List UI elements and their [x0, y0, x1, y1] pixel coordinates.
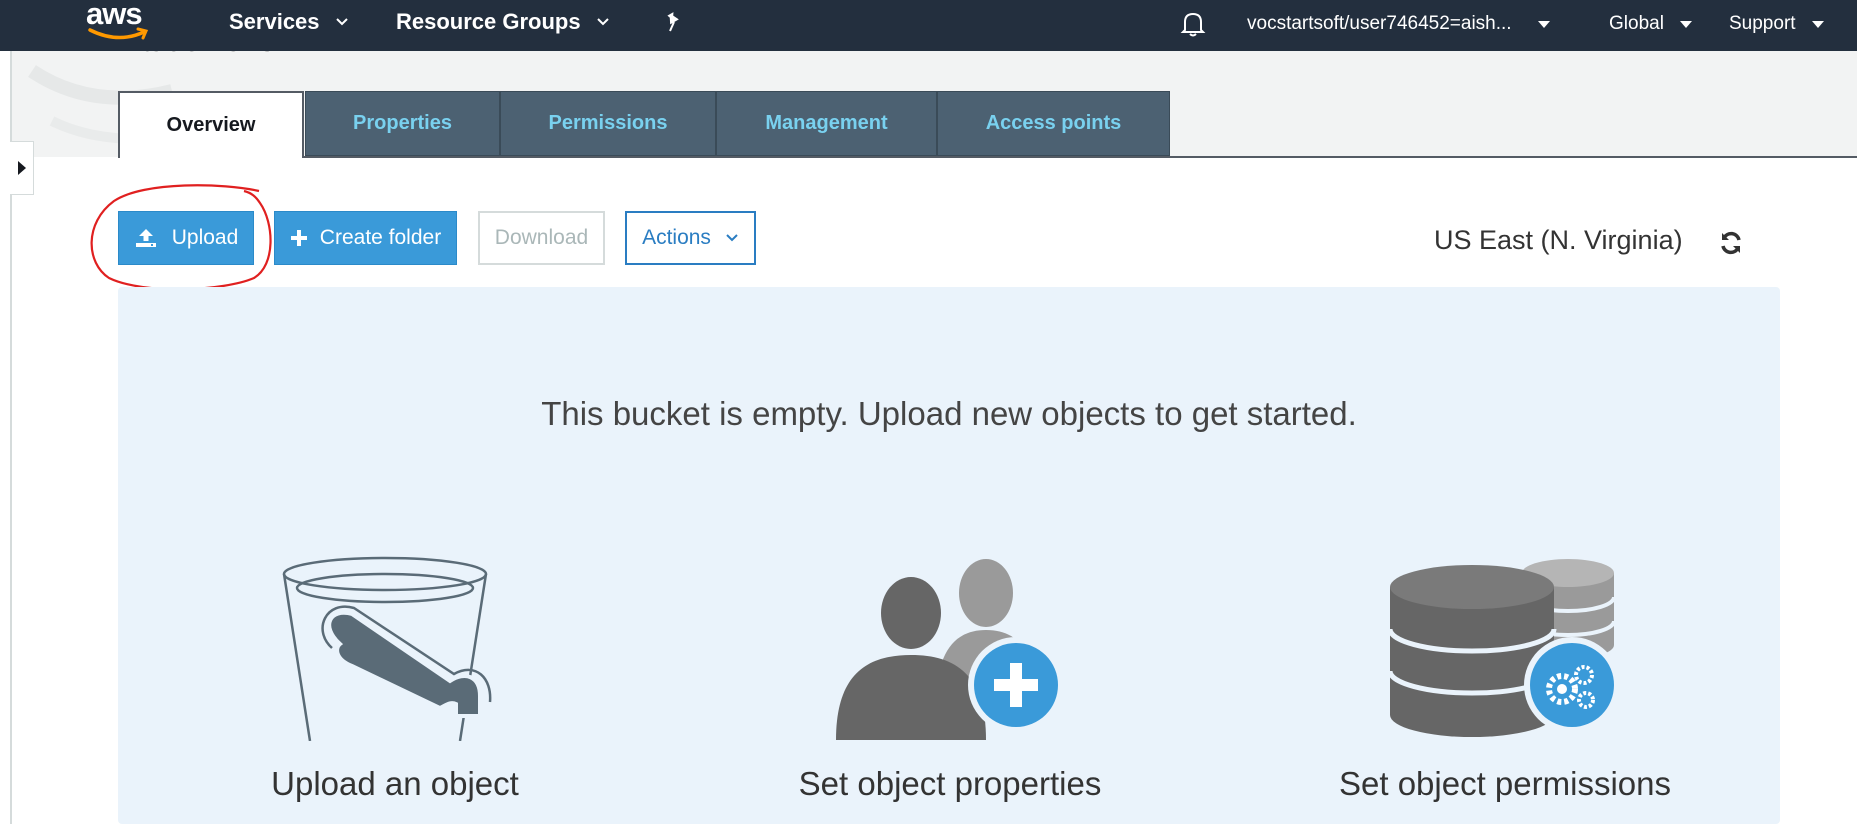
- bell-icon: [1180, 12, 1206, 37]
- database-settings-icon: [1390, 559, 1620, 737]
- expand-icon: [17, 161, 26, 175]
- actions-dropdown[interactable]: Actions: [625, 211, 756, 265]
- caret-down-icon: [1537, 20, 1550, 28]
- support-menu[interactable]: Support: [1729, 0, 1824, 48]
- card-label-permissions: Set object permissions: [1339, 765, 1671, 802]
- support-label: Support: [1729, 13, 1796, 34]
- create-folder-button[interactable]: Create folder: [274, 211, 457, 265]
- download-label: Download: [494, 226, 589, 249]
- tab-label: Permissions: [548, 112, 668, 134]
- tab-label: Properties: [353, 112, 452, 134]
- bucket-icon: [282, 556, 492, 741]
- account-label: vocstartsoft/user746452=aish...: [1247, 13, 1512, 34]
- resource-groups-label: Resource Groups: [396, 9, 581, 34]
- tab-label: Access points: [985, 112, 1122, 134]
- users-add-icon: [836, 559, 1064, 740]
- tab-label: Management: [765, 112, 888, 134]
- pin-button[interactable]: [664, 0, 684, 44]
- resource-groups-menu[interactable]: Resource Groups: [396, 0, 609, 44]
- pin-icon: [667, 12, 679, 32]
- tab-management[interactable]: Management: [716, 91, 937, 156]
- chevron-down-icon: [596, 18, 609, 26]
- top-navigation-bar: aws Services Resource Groups vocstartsof…: [0, 0, 1857, 51]
- caret-down-icon: [1811, 20, 1824, 28]
- services-label: Services: [229, 9, 320, 34]
- region-display: US East (N. Virginia): [1434, 225, 1683, 255]
- create-folder-label: Create folder: [319, 226, 442, 249]
- region-menu-label: Global: [1609, 13, 1664, 34]
- tab-properties[interactable]: Properties: [305, 91, 500, 156]
- annotation-circle: [90, 184, 272, 291]
- aws-logo[interactable]: aws: [86, 0, 152, 44]
- download-button[interactable]: Download: [478, 211, 605, 265]
- tab-permissions[interactable]: Permissions: [500, 91, 716, 156]
- tab-overview[interactable]: Overview: [118, 91, 304, 158]
- empty-state-message: This bucket is empty. Upload new objects…: [541, 395, 1357, 432]
- notifications-button[interactable]: [1180, 0, 1206, 48]
- region-menu[interactable]: Global: [1609, 0, 1692, 48]
- services-menu[interactable]: Services: [229, 0, 348, 44]
- tab-baseline: [118, 156, 1857, 158]
- card-label-upload: Upload an object: [271, 765, 519, 802]
- plus-icon: [290, 230, 307, 246]
- tab-access-points[interactable]: Access points: [937, 91, 1170, 156]
- bucket-name: vitademo23: [120, 51, 275, 59]
- sidebar-toggle[interactable]: [10, 141, 34, 195]
- account-menu[interactable]: vocstartsoft/user746452=aish...: [1247, 0, 1550, 48]
- chevron-down-icon: [335, 18, 348, 26]
- chevron-down-icon: [726, 234, 738, 242]
- aws-smile-icon: [88, 27, 149, 40]
- refresh-icon[interactable]: [1719, 230, 1743, 256]
- tab-label: Overview: [166, 114, 256, 136]
- card-label-properties: Set object properties: [798, 765, 1102, 802]
- actions-label: Actions: [642, 226, 711, 249]
- caret-down-icon: [1679, 20, 1692, 28]
